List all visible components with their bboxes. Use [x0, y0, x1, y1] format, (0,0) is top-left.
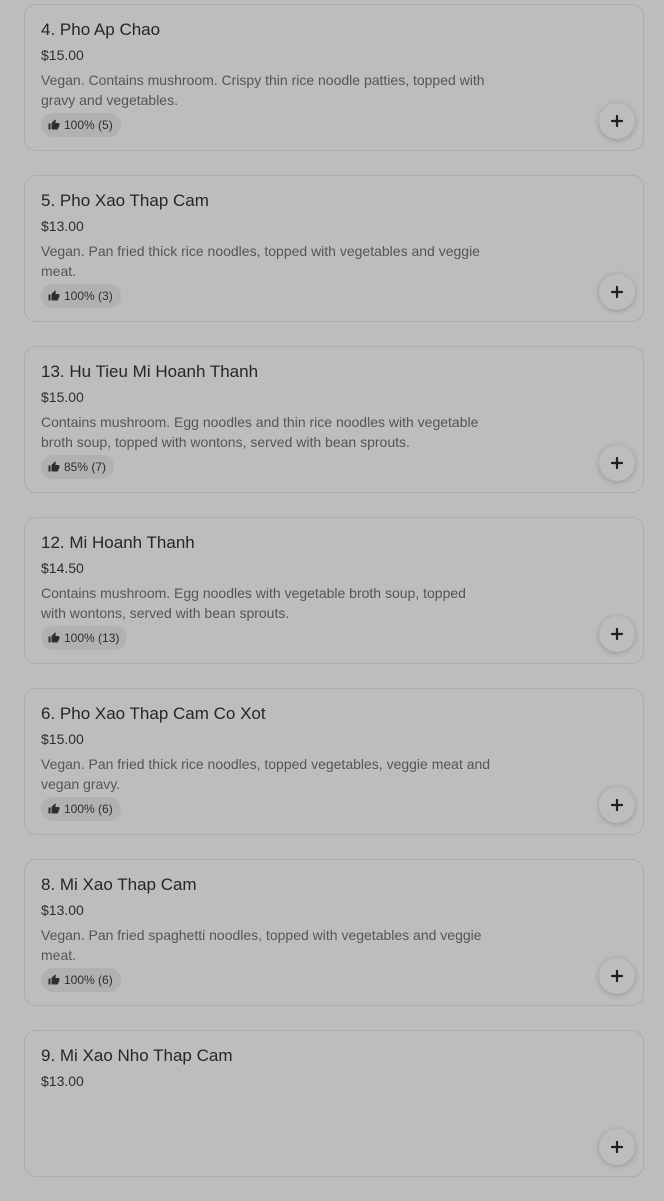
- add-to-cart-button[interactable]: [599, 787, 635, 823]
- menu-item-card[interactable]: 6. Pho Xao Thap Cam Co Xot $15.00 Vegan.…: [24, 688, 644, 835]
- menu-item-card[interactable]: 5. Pho Xao Thap Cam $13.00 Vegan. Pan fr…: [24, 175, 644, 322]
- menu-item-card[interactable]: 13. Hu Tieu Mi Hoanh Thanh $15.00 Contai…: [24, 346, 644, 493]
- rating-badge: 100% (6): [41, 968, 121, 992]
- item-name: 4. Pho Ap Chao: [41, 20, 161, 39]
- thumbs-up-icon: [48, 290, 60, 302]
- item-description: Vegan. Pan fried thick rice noodles, top…: [41, 756, 491, 792]
- plus-icon: [610, 1140, 624, 1154]
- thumbs-up-icon: [48, 803, 60, 815]
- thumbs-up-icon: [48, 974, 60, 986]
- rating-text: 85% (7): [64, 460, 107, 474]
- item-name: 6. Pho Xao Thap Cam Co Xot: [41, 704, 266, 723]
- item-price: $15.00: [41, 389, 84, 405]
- item-price: $13.00: [41, 218, 84, 234]
- thumbs-up-icon: [48, 461, 60, 473]
- menu-item-card[interactable]: 8. Mi Xao Thap Cam $13.00 Vegan. Pan fri…: [24, 859, 644, 1006]
- add-to-cart-button[interactable]: [599, 958, 635, 994]
- add-to-cart-button[interactable]: [599, 103, 635, 139]
- plus-icon: [610, 969, 624, 983]
- add-to-cart-button[interactable]: [599, 445, 635, 481]
- add-to-cart-button[interactable]: [599, 1129, 635, 1165]
- rating-text: 100% (13): [64, 631, 120, 645]
- item-name: 12. Mi Hoanh Thanh: [41, 533, 195, 552]
- item-price: $15.00: [41, 731, 84, 747]
- rating-badge: 85% (7): [41, 455, 115, 479]
- item-description: Contains mushroom. Egg noodles with vege…: [41, 585, 466, 621]
- item-description: Vegan. Pan fried thick rice noodles, top…: [41, 243, 480, 279]
- rating-text: 100% (5): [64, 118, 113, 132]
- item-name: 9. Mi Xao Nho Thap Cam: [41, 1046, 233, 1065]
- item-name: 8. Mi Xao Thap Cam: [41, 875, 197, 894]
- item-price: $14.50: [41, 560, 84, 576]
- menu-item-card[interactable]: 12. Mi Hoanh Thanh $14.50 Contains mushr…: [24, 517, 644, 664]
- item-name: 5. Pho Xao Thap Cam: [41, 191, 209, 210]
- rating-text: 100% (6): [64, 973, 113, 987]
- item-price: $15.00: [41, 47, 84, 63]
- plus-icon: [610, 456, 624, 470]
- rating-badge: 100% (13): [41, 626, 128, 650]
- plus-icon: [610, 285, 624, 299]
- thumbs-up-icon: [48, 119, 60, 131]
- menu-item-card[interactable]: 9. Mi Xao Nho Thap Cam $13.00: [24, 1030, 644, 1177]
- rating-badge: 100% (5): [41, 113, 121, 137]
- menu-item-list: 4. Pho Ap Chao $15.00 Vegan. Contains mu…: [24, 4, 644, 1201]
- plus-icon: [610, 627, 624, 641]
- add-to-cart-button[interactable]: [599, 616, 635, 652]
- rating-badge: 100% (6): [41, 797, 121, 821]
- item-price: $13.00: [41, 902, 84, 918]
- rating-badge: 100% (3): [41, 284, 121, 308]
- menu-item-card[interactable]: 4. Pho Ap Chao $15.00 Vegan. Contains mu…: [24, 4, 644, 151]
- item-description: Contains mushroom. Egg noodles and thin …: [41, 414, 479, 450]
- item-price: $13.00: [41, 1073, 84, 1089]
- item-description: Vegan. Pan fried spaghetti noodles, topp…: [41, 927, 482, 963]
- rating-text: 100% (6): [64, 802, 113, 816]
- plus-icon: [610, 798, 624, 812]
- item-name: 13. Hu Tieu Mi Hoanh Thanh: [41, 362, 259, 381]
- thumbs-up-icon: [48, 632, 60, 644]
- add-to-cart-button[interactable]: [599, 274, 635, 310]
- plus-icon: [610, 114, 624, 128]
- item-description: Vegan. Contains mushroom. Crispy thin ri…: [41, 72, 485, 108]
- rating-text: 100% (3): [64, 289, 113, 303]
